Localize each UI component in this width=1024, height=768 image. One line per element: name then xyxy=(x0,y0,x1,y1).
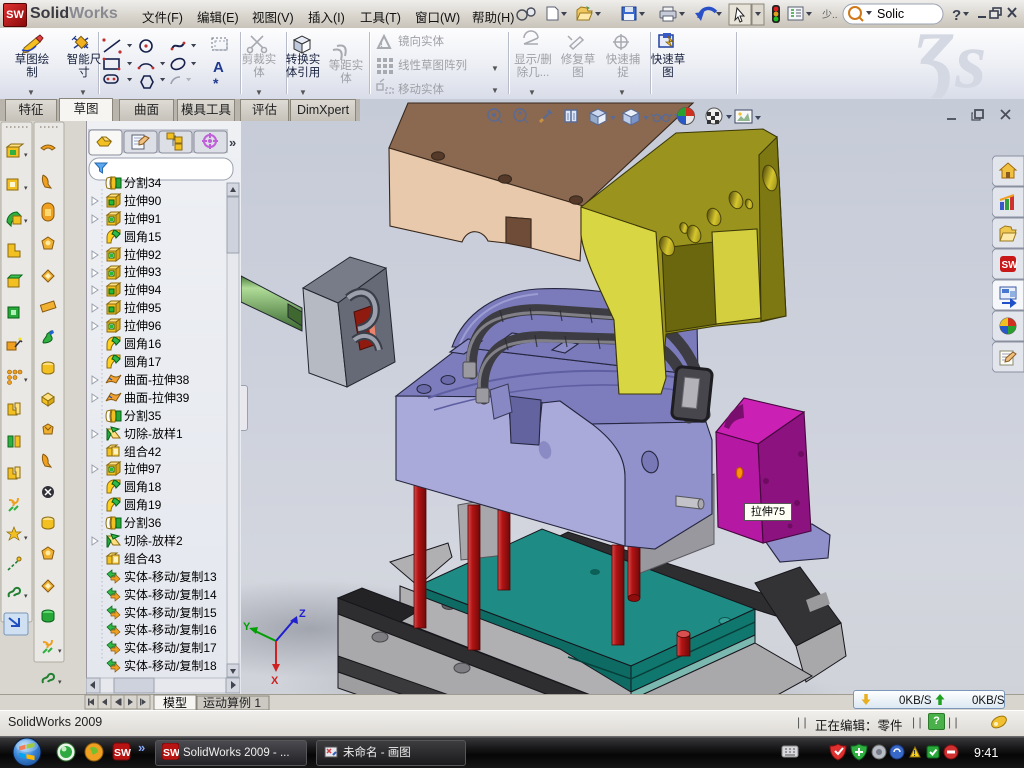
svg-text:SW: SW xyxy=(114,747,131,759)
svg-text:A: A xyxy=(213,59,224,76)
svg-text:*: * xyxy=(213,75,219,91)
svg-text:SW: SW xyxy=(163,747,179,759)
svg-text:!: ! xyxy=(380,39,383,49)
svg-text:Y: Y xyxy=(243,621,251,633)
svg-text:少..: 少.. xyxy=(822,9,838,21)
svg-text:!: ! xyxy=(913,749,916,758)
svg-text:▾: ▾ xyxy=(24,593,28,600)
svg-text:Z: Z xyxy=(299,608,306,620)
svg-text:0KB/S: 0KB/S xyxy=(899,695,932,707)
svg-text:▾: ▾ xyxy=(24,185,28,192)
svg-text:0KB/S: 0KB/S xyxy=(972,695,1004,707)
svg-text:▾: ▾ xyxy=(24,535,28,542)
svg-text:运动算例 1: 运动算例 1 xyxy=(203,695,261,710)
svg-text:9:41: 9:41 xyxy=(974,746,998,760)
svg-text:▾: ▾ xyxy=(24,377,28,384)
svg-text:模型: 模型 xyxy=(163,696,187,710)
svg-text:X: X xyxy=(271,675,279,687)
svg-text:Solic: Solic xyxy=(877,7,904,21)
svg-text:»: » xyxy=(138,740,145,755)
svg-text:▾: ▾ xyxy=(58,679,62,686)
svg-text:▾: ▾ xyxy=(24,152,28,159)
svg-text:▾: ▾ xyxy=(58,648,62,655)
svg-text:▾: ▾ xyxy=(24,218,28,225)
svg-text:SW: SW xyxy=(1002,260,1019,271)
